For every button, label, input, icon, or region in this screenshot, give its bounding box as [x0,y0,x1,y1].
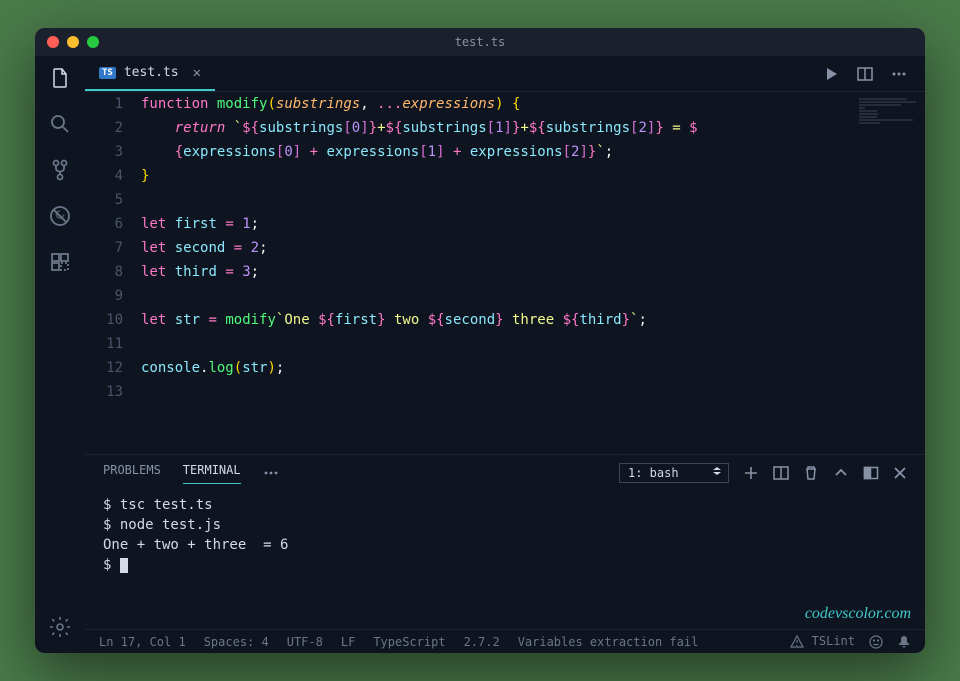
tabs-actions [823,66,925,82]
file-type-badge: TS [99,67,116,79]
close-tab-icon[interactable]: ✕ [193,65,201,81]
tabs-row: TS test.ts ✕ [85,56,925,92]
explorer-icon[interactable] [48,66,72,90]
code-content: function modify(substrings, ...expressio… [141,92,925,454]
panel-tabs: PROBLEMS TERMINAL 1: bash [85,455,925,491]
split-terminal-icon[interactable] [773,465,789,481]
window-title: test.ts [455,35,506,49]
tab-test-ts[interactable]: TS test.ts ✕ [85,56,215,91]
status-message[interactable]: Variables extraction fail [518,635,699,649]
status-spaces[interactable]: Spaces: 4 [204,635,269,649]
search-icon[interactable] [48,112,72,136]
more-icon[interactable] [891,66,907,82]
editor-window: test.ts [35,28,925,653]
settings-gear-icon[interactable] [48,615,72,639]
debug-icon[interactable] [48,204,72,228]
close-panel-icon[interactable] [893,466,907,480]
main-body: TS test.ts ✕ 12345678910 [35,56,925,653]
titlebar: test.ts [35,28,925,56]
toggle-panel-icon[interactable] [863,465,879,481]
terminal-cursor [120,558,128,573]
window-controls [47,36,99,48]
run-icon[interactable] [823,66,839,82]
bottom-panel: PROBLEMS TERMINAL 1: bash [85,454,925,629]
panel-more-icon[interactable] [263,465,279,481]
new-terminal-icon[interactable] [743,465,759,481]
code-editor[interactable]: 12345678910111213 function modify(substr… [85,92,925,454]
tab-problems[interactable]: PROBLEMS [103,463,161,483]
terminal-selector[interactable]: 1: bash [619,463,729,483]
watermark: codevscolor.com [791,599,925,629]
maximize-panel-icon[interactable] [833,465,849,481]
close-window-button[interactable] [47,36,59,48]
status-feedback-icon[interactable] [869,635,883,649]
line-gutter: 12345678910111213 [85,92,141,454]
kill-terminal-icon[interactable] [803,465,819,481]
tab-label: test.ts [124,65,179,80]
minimap[interactable] [859,98,919,138]
source-control-icon[interactable] [48,158,72,182]
status-version[interactable]: 2.7.2 [464,635,500,649]
status-language[interactable]: TypeScript [373,635,445,649]
status-bar: Ln 17, Col 1 Spaces: 4 UTF-8 LF TypeScri… [85,629,925,653]
editor-area: TS test.ts ✕ 12345678910 [85,56,925,653]
status-bell-icon[interactable] [897,635,911,649]
minimize-window-button[interactable] [67,36,79,48]
status-eol[interactable]: LF [341,635,355,649]
maximize-window-button[interactable] [87,36,99,48]
status-tslint[interactable]: TSLint [790,634,855,649]
tab-terminal[interactable]: TERMINAL [183,463,241,484]
status-cursor-pos[interactable]: Ln 17, Col 1 [99,635,186,649]
status-encoding[interactable]: UTF-8 [287,635,323,649]
extensions-icon[interactable] [48,250,72,274]
split-editor-icon[interactable] [857,66,873,82]
activity-bar [35,56,85,653]
